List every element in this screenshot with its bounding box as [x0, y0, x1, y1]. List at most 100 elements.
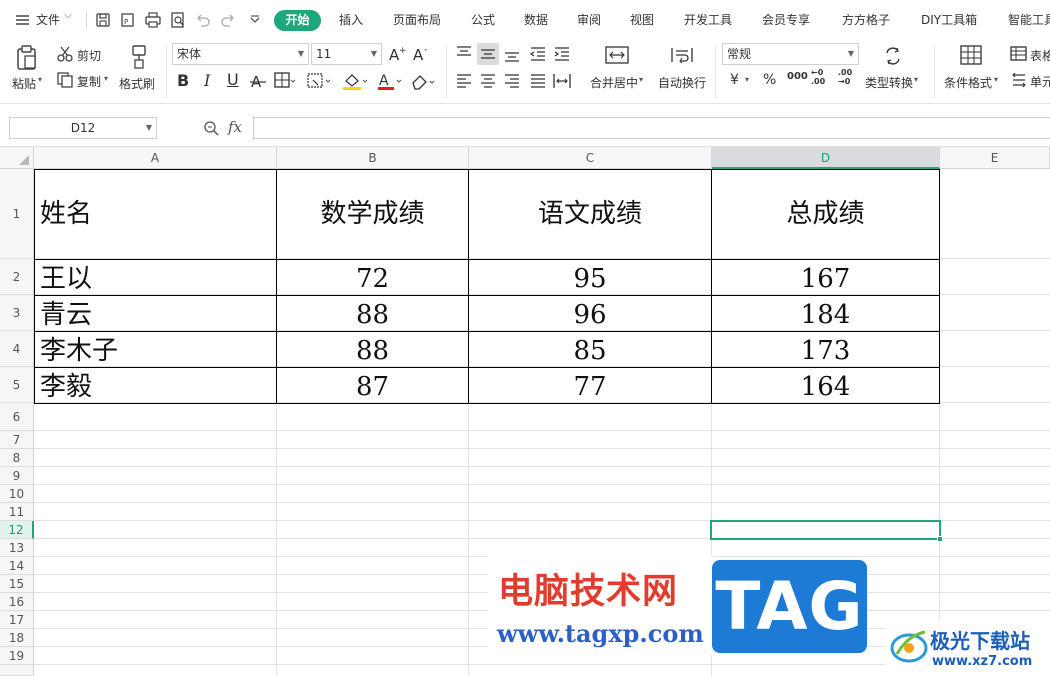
bold-button[interactable]: B	[177, 71, 189, 90]
paste-icon[interactable]	[14, 44, 40, 72]
column-header-c[interactable]: C	[469, 147, 712, 169]
merge-center-icon[interactable]	[604, 45, 630, 65]
row-header-3[interactable]: 3	[0, 295, 34, 331]
cell-b1[interactable]: 数学成绩	[277, 169, 468, 259]
row-header-14[interactable]: 14	[0, 557, 34, 575]
row-header-10[interactable]: 10	[0, 485, 34, 503]
cell-d1[interactable]: 总成绩	[712, 169, 939, 259]
type-convert-button[interactable]: 类型转换	[865, 74, 913, 91]
align-right-icon[interactable]	[501, 70, 523, 92]
cell-a2[interactable]: 王以	[35, 260, 276, 295]
row-header-2[interactable]: 2	[0, 259, 34, 295]
selected-cell-d12[interactable]	[710, 520, 941, 540]
table-style-button[interactable]: 表格	[1030, 47, 1050, 64]
print-icon[interactable]	[144, 11, 162, 29]
cell-d5[interactable]: 164	[712, 368, 939, 403]
row-header-15[interactable]: 15	[0, 575, 34, 593]
cell-a1[interactable]: 姓名	[35, 169, 276, 259]
cut-button[interactable]: 剪切	[77, 47, 101, 64]
copy-button[interactable]: 复制	[77, 73, 101, 90]
tab-view[interactable]: 视图	[630, 11, 654, 28]
row-header-7[interactable]: 7	[0, 431, 34, 449]
conditional-format-icon[interactable]	[959, 44, 983, 66]
merge-center-button[interactable]: 合并居中	[590, 74, 638, 91]
column-header-a[interactable]: A	[34, 147, 277, 169]
export-icon[interactable]: P	[119, 11, 137, 29]
cell-d4[interactable]: 173	[712, 332, 939, 367]
formula-input[interactable]	[253, 117, 1050, 139]
row-header-12[interactable]: 12	[0, 521, 34, 539]
row-header-19[interactable]: 19	[0, 647, 34, 665]
cell-b5[interactable]: 87	[277, 368, 468, 403]
tab-smart-tools[interactable]: 智能工具	[1008, 11, 1050, 28]
cell-a3[interactable]: 青云	[35, 296, 276, 331]
zoom-search-icon[interactable]	[202, 119, 220, 137]
customize-toolbar-icon[interactable]	[246, 11, 264, 29]
cell-c3[interactable]: 96	[469, 296, 711, 331]
row-header-18[interactable]: 18	[0, 629, 34, 647]
justify-icon[interactable]	[527, 70, 549, 92]
fill-handle[interactable]	[937, 536, 943, 542]
file-menu[interactable]: 文件	[36, 11, 60, 28]
format-painter-icon[interactable]	[128, 44, 150, 70]
increase-decimal-button[interactable]: ←0 .00	[811, 68, 825, 86]
decrease-font-icon[interactable]: A-	[412, 45, 430, 63]
font-color-icon[interactable]: A	[377, 71, 405, 91]
tab-formulas[interactable]: 公式	[471, 11, 495, 28]
cell-b2[interactable]: 72	[277, 260, 468, 295]
save-icon[interactable]	[94, 11, 112, 29]
fill-color-icon[interactable]	[342, 71, 370, 91]
font-name-select[interactable]: 宋体 ▼	[172, 43, 309, 65]
tab-member[interactable]: 会员专享	[762, 11, 810, 28]
format-painter-button[interactable]: 格式刷	[119, 75, 155, 92]
currency-dropdown-icon[interactable]: ▾	[745, 75, 749, 84]
name-box[interactable]: D12 ▼	[9, 117, 157, 139]
hamburger-menu-icon[interactable]	[14, 11, 32, 29]
print-preview-icon[interactable]	[169, 11, 187, 29]
type-convert-dropdown-icon[interactable]: ▾	[914, 75, 918, 84]
row-header-5[interactable]: 5	[0, 367, 34, 403]
number-format-select[interactable]: 常规 ▼	[722, 43, 859, 65]
align-top-icon[interactable]	[453, 43, 475, 65]
column-header-b[interactable]: B	[277, 147, 469, 169]
file-menu-chevron-icon[interactable]: ⌵	[64, 10, 72, 21]
tab-fangfang-gezi[interactable]: 方方格子	[842, 11, 890, 28]
type-convert-icon[interactable]	[882, 45, 904, 67]
cell-c2[interactable]: 95	[469, 260, 711, 295]
cell-icon[interactable]	[1010, 71, 1028, 89]
column-header-e[interactable]: E	[940, 147, 1050, 169]
cell-d2[interactable]: 167	[712, 260, 939, 295]
copy-icon[interactable]	[56, 71, 74, 89]
cell-d3[interactable]: 184	[712, 296, 939, 331]
decrease-indent-icon[interactable]	[527, 43, 549, 65]
table-style-icon[interactable]	[1010, 45, 1028, 63]
row-header-6[interactable]: 6	[0, 403, 34, 431]
align-left-icon[interactable]	[453, 70, 475, 92]
row-header-4[interactable]: 4	[0, 331, 34, 367]
increase-indent-icon[interactable]	[551, 43, 573, 65]
percent-button[interactable]: %	[763, 72, 776, 88]
font-size-select[interactable]: 11 ▼	[311, 43, 382, 65]
wrap-text-button[interactable]: 自动换行	[658, 74, 706, 91]
row-header-1[interactable]: 1	[0, 169, 34, 259]
currency-button[interactable]: ¥	[730, 72, 739, 88]
fill-pattern-icon[interactable]	[307, 72, 333, 90]
cell-button[interactable]: 单元	[1030, 73, 1050, 90]
row-header-16[interactable]: 16	[0, 593, 34, 611]
cell-c4[interactable]: 85	[469, 332, 711, 367]
paste-button[interactable]: 粘贴	[12, 75, 36, 92]
borders-icon[interactable]	[274, 72, 296, 90]
decrease-decimal-button[interactable]: .00 →0	[838, 68, 852, 86]
cell-b4[interactable]: 88	[277, 332, 468, 367]
fx-button[interactable]: fx	[228, 118, 242, 136]
thousands-separator-button[interactable]: 000	[787, 71, 808, 82]
scissors-icon[interactable]	[56, 45, 74, 63]
row-header-20[interactable]	[0, 665, 34, 676]
select-all-corner[interactable]	[0, 147, 34, 169]
italic-button[interactable]: I	[204, 71, 210, 90]
row-header-13[interactable]: 13	[0, 539, 34, 557]
copy-dropdown-icon[interactable]: ▾	[104, 74, 108, 83]
tab-review[interactable]: 审阅	[577, 11, 601, 28]
redo-icon[interactable]	[219, 11, 237, 29]
clear-format-icon[interactable]	[410, 72, 438, 90]
